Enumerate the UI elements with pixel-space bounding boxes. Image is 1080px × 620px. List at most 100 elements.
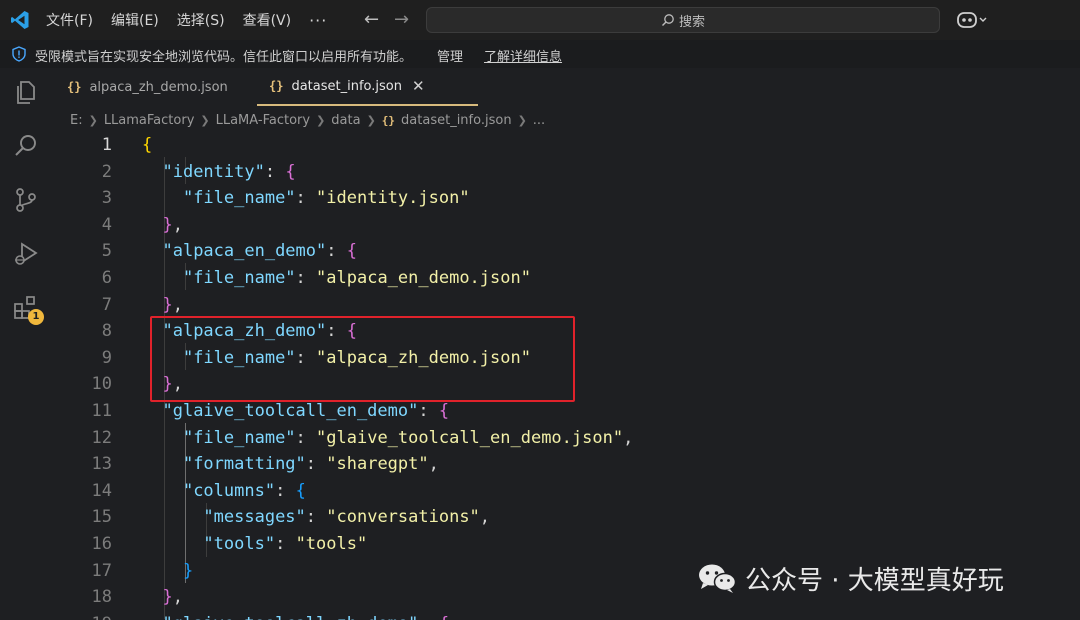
code-line[interactable]: 2 "identity": { (52, 159, 1080, 186)
tab-label: alpaca_zh_demo.json (89, 79, 228, 95)
code-line[interactable]: 16 "tools": "tools" (52, 531, 1080, 558)
code-line[interactable]: 1{ (52, 132, 1080, 159)
code-line[interactable]: 3 "file_name": "identity.json" (52, 185, 1080, 212)
manage-link[interactable]: 管理 (437, 46, 463, 65)
menu-edit[interactable]: 编辑(E) (111, 10, 159, 30)
tab-label: dataset_info.json (291, 78, 402, 94)
code-token: } (162, 214, 173, 235)
code-line[interactable]: 7 }, (52, 292, 1080, 319)
editor-tabs: {} alpaca_zh_demo.json {} dataset_info.j… (52, 68, 1080, 106)
code-text: } (142, 558, 193, 585)
search-label: 搜索 (678, 14, 705, 30)
run-debug-icon[interactable] (12, 240, 40, 268)
code-token: : (264, 161, 286, 182)
code-token: "alpaca_en_demo" (162, 241, 327, 262)
line-number: 6 (101, 268, 112, 288)
close-icon[interactable]: ✕ (412, 77, 425, 95)
code-token: , (172, 214, 183, 235)
code-text: "file_name": "alpaca_en_demo.json" (142, 265, 531, 292)
menu-view[interactable]: 查看(V) (243, 10, 292, 30)
code-line[interactable]: 14 "columns": { (52, 478, 1080, 505)
code-token: : (295, 188, 317, 209)
breadcrumb-file[interactable]: dataset_info.json (401, 113, 512, 128)
activity-bar (0, 68, 52, 620)
menu-more-button[interactable]: ··· (309, 11, 327, 30)
line-number: 7 (101, 294, 112, 315)
line-number: 19 (52, 611, 112, 620)
code-line[interactable]: 15 "messages": "conversations", (52, 504, 1080, 531)
breadcrumb-drive[interactable]: E: (70, 113, 83, 128)
command-center-search[interactable]: 搜索 (426, 7, 940, 33)
code-token: { (142, 135, 153, 155)
code-token: : (275, 534, 296, 554)
line-number: 4 (101, 214, 112, 235)
code-token: : (305, 454, 327, 475)
watermark-text: 公众号 · 大模型真好玩 (745, 565, 1004, 596)
code-token: "identity.json" (316, 188, 470, 209)
breadcrumb: E: ❯ LLamaFactory ❯ LLaMA-Factory ❯ data… (70, 110, 545, 130)
explorer-files-icon[interactable] (12, 78, 40, 106)
code-token: "columns" (182, 480, 276, 501)
chevron-right-icon: ❯ (366, 113, 376, 127)
breadcrumb-folder[interactable]: LLamaFactory (104, 113, 195, 128)
code-text: "file_name": "glaive_toolcall_en_demo.js… (142, 425, 633, 452)
breadcrumb-symbol[interactable]: ... (533, 113, 545, 128)
code-text: }, (142, 212, 183, 239)
source-control-icon[interactable] (12, 186, 40, 214)
tab-dataset-info[interactable]: {} dataset_info.json ✕ (257, 68, 478, 106)
menu-selection[interactable]: 选择(S) (177, 10, 225, 30)
line-number: 1 (101, 135, 112, 155)
code-token: "alpaca_en_demo.json" (316, 268, 531, 288)
breadcrumb-folder[interactable]: LLaMA-Factory (216, 113, 310, 128)
copilot-icon[interactable] (956, 10, 988, 30)
code-token: "identity" (162, 161, 265, 182)
code-text: "identity": { (142, 159, 296, 186)
code-token: , (172, 294, 183, 315)
code-text: "glaive_toolcall_zh_demo": { (142, 611, 449, 620)
code-line[interactable]: 4 }, (52, 212, 1080, 239)
code-line[interactable]: 6 "file_name": "alpaca_en_demo.json" (52, 265, 1080, 292)
code-token: "formatting" (182, 454, 306, 475)
menu-file[interactable]: 文件(F) (46, 10, 93, 30)
breadcrumb-folder[interactable]: data (331, 113, 360, 128)
wechat-icon (699, 564, 737, 593)
code-line[interactable]: 12 "file_name": "glaive_toolcall_en_demo… (52, 425, 1080, 452)
code-text: }, (142, 584, 183, 611)
code-token: "glaive_toolcall_en_demo.json" (316, 427, 624, 448)
highlight-annotation-box (150, 316, 575, 402)
code-token: { (346, 241, 357, 262)
chevron-right-icon: ❯ (200, 113, 210, 127)
code-token: { (295, 480, 306, 501)
code-line[interactable]: 13 "formatting": "sharegpt", (52, 451, 1080, 478)
code-token: } (162, 294, 173, 315)
extensions-update-badge: 1 (28, 309, 44, 325)
code-token: "file_name" (182, 427, 296, 448)
tab-alpaca-zh-demo[interactable]: {} alpaca_zh_demo.json (62, 68, 228, 106)
back-arrow-icon[interactable]: ← (364, 9, 379, 30)
code-token: "tools" (295, 534, 368, 554)
code-line[interactable]: 5 "alpaca_en_demo": { (52, 238, 1080, 265)
chevron-right-icon: ❯ (517, 113, 527, 127)
code-token: { (438, 401, 450, 421)
forward-arrow-icon[interactable]: → (394, 9, 409, 30)
line-number: 12 (91, 427, 112, 448)
code-line[interactable]: 19 "glaive_toolcall_zh_demo": { (52, 611, 1080, 620)
code-token: : (295, 268, 317, 288)
title-bar: 文件(F) 编辑(E) 选择(S) 查看(V) ··· ← → 搜索 (0, 0, 1080, 40)
search-sidebar-icon[interactable] (12, 132, 40, 160)
code-text: "tools": "tools" (142, 531, 367, 558)
learn-more-link[interactable]: 了解详细信息 (484, 46, 562, 65)
code-token: , (623, 427, 634, 448)
code-token: { (285, 161, 296, 182)
code-token: , (172, 587, 183, 608)
code-token: : (295, 427, 317, 448)
